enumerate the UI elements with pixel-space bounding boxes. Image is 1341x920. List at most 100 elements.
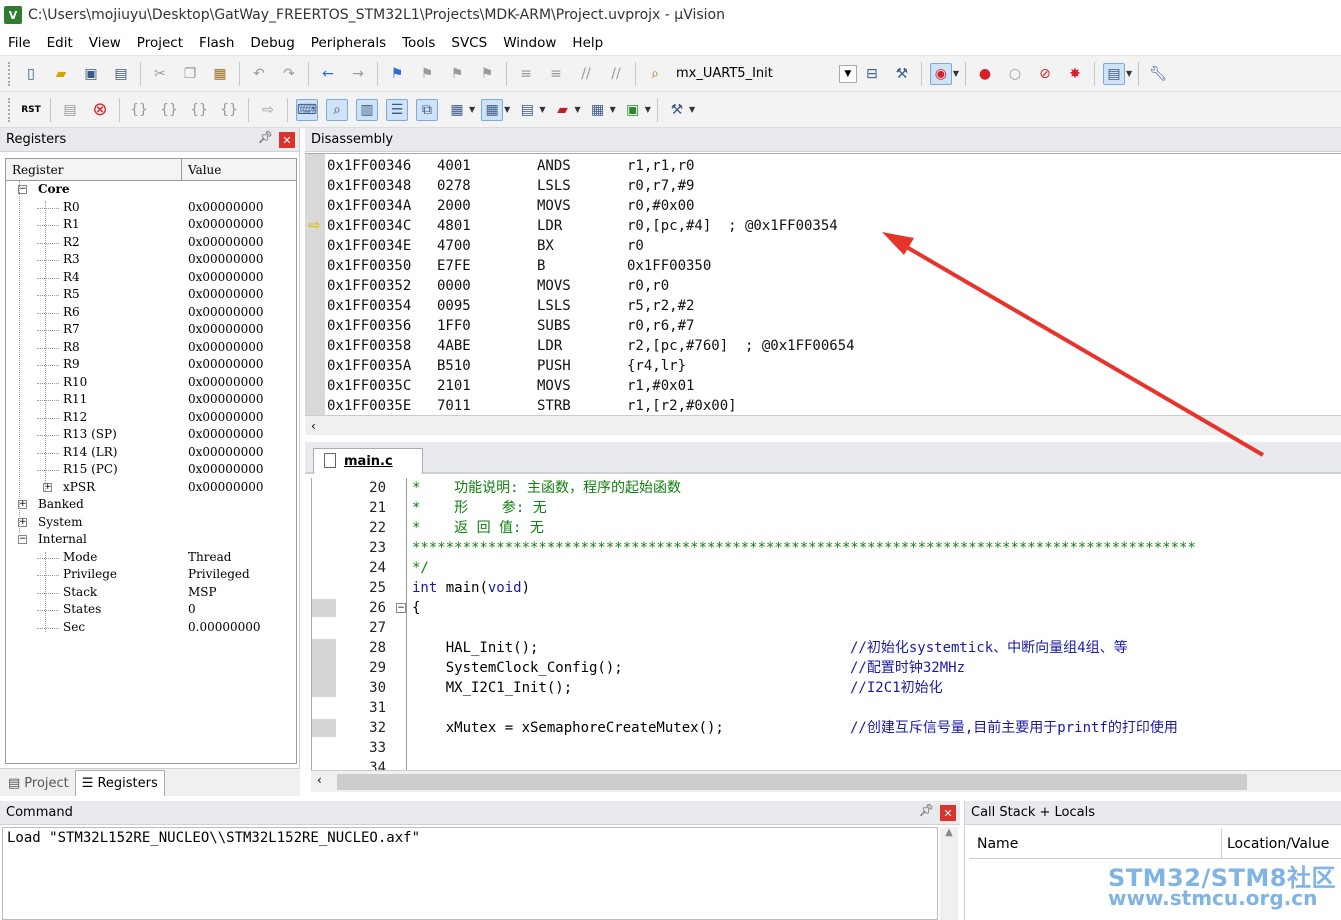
step-over-icon[interactable]: {} [158,99,180,121]
code-line[interactable]: 20 * 功能说明: 主函数，程序的起始函数 [336,478,1341,498]
collapse-icon[interactable]: − [18,535,27,544]
step-into-icon[interactable]: {} [128,99,150,121]
disassembly-horizontal-scrollbar[interactable]: ‹ [305,415,1341,435]
register-row[interactable]: R10 0x00000000 [6,374,296,392]
navigate-forward-icon[interactable]: → [347,63,369,85]
watch-windows-icon[interactable]: ▦ [446,99,468,121]
column-divider[interactable] [1221,829,1222,859]
register-row[interactable]: Privilege Privileged [6,566,296,584]
trace-windows-icon[interactable]: ▦ [587,99,609,121]
code-line[interactable]: 30 MX_I2C1_Init(); //I2C1初始化 [336,678,1341,698]
code-editor[interactable]: 20 * 功能说明: 主函数，程序的起始函数 21 * 形 参: 无 22 * 返 回 值… [311,478,1341,770]
chevron-down-icon[interactable]: ▼ [539,105,545,114]
code-line[interactable]: 23 **************************************… [336,538,1341,558]
next-bookmark-icon[interactable]: ⚑ [446,63,468,85]
copy-icon[interactable]: ❐ [179,63,201,85]
menu-file[interactable]: File [0,30,39,56]
unindent-icon[interactable]: ≡ [545,63,567,85]
column-register[interactable]: Register [6,159,182,180]
code-line[interactable]: 33 [336,738,1341,758]
tab-project[interactable]: ▤ Project [2,770,75,796]
register-value[interactable]: 0x00000000 [188,304,263,322]
tree-node-core[interactable]: − Core [6,181,296,199]
code-line[interactable]: 34 [336,758,1341,770]
menu-window[interactable]: Window [495,30,564,56]
reset-icon[interactable]: RST [20,99,42,121]
register-row[interactable]: R14 (LR) 0x00000000 [6,444,296,462]
register-value[interactable]: 0x00000000 [188,234,263,252]
register-row[interactable]: R12 0x00000000 [6,409,296,427]
tree-node-banked[interactable]: + Banked [6,496,296,514]
register-row[interactable]: R5 0x00000000 [6,286,296,304]
register-value[interactable]: MSP [188,584,217,602]
breakpoint-gutter[interactable] [312,478,336,770]
register-row[interactable]: R11 0x00000000 [6,391,296,409]
chevron-down-icon[interactable]: ▼ [645,105,651,114]
command-output[interactable]: Load "STM32L152RE_NUCLEO\\STM32L152RE_NU… [2,827,938,920]
command-window-icon[interactable]: ⌨ [296,98,318,121]
code-line[interactable]: 24 */ [336,558,1341,578]
disassembly-gutter[interactable] [305,154,325,416]
fold-icon[interactable]: − [396,603,406,613]
chevron-down-icon[interactable]: ▼ [1126,69,1132,78]
register-value[interactable]: 0x00000000 [188,321,263,339]
chevron-down-icon[interactable]: ▼ [610,105,616,114]
symbols-window-icon[interactable]: ▥ [356,98,378,121]
register-value[interactable]: 0 [188,601,196,619]
window-layout-icon[interactable]: ▤ [1103,62,1126,85]
register-row[interactable]: R13 (SP) 0x00000000 [6,426,296,444]
code-line[interactable]: 29 SystemClock_Config(); //配置时钟32MHz [336,658,1341,678]
paste-icon[interactable]: ▦ [209,63,231,85]
chevron-down-icon[interactable]: ▼ [953,69,959,78]
step-out-icon[interactable]: {} [188,99,210,121]
clear-bookmarks-icon[interactable]: ⚑ [476,63,498,85]
disassembly-window-icon[interactable]: ⌕ [326,98,348,121]
toolbar-grip[interactable] [8,97,12,122]
navigate-back-icon[interactable]: ← [317,63,339,85]
register-value[interactable]: 0x00000000 [188,444,263,462]
menu-svcs[interactable]: SVCS [443,30,495,56]
column-value[interactable]: Value [182,159,221,180]
stop-icon[interactable]: ⊗ [89,99,111,121]
register-row[interactable]: R2 0x00000000 [6,234,296,252]
save-icon[interactable]: ▣ [80,63,102,85]
chevron-down-icon[interactable]: ▼ [574,105,580,114]
close-icon[interactable]: ✕ [940,805,956,821]
insert-breakpoint-icon[interactable]: ● [974,63,996,85]
menu-debug[interactable]: Debug [242,30,302,56]
previous-bookmark-icon[interactable]: ⚑ [416,63,438,85]
menu-edit[interactable]: Edit [39,30,81,56]
chevron-down-icon[interactable]: ▼ [504,105,510,114]
register-row[interactable]: R0 0x00000000 [6,199,296,217]
register-value[interactable]: 0x00000000 [188,426,263,444]
register-value[interactable]: 0x00000000 [188,479,263,497]
breakpoint-slot[interactable] [312,719,336,737]
tab-registers[interactable]: ☰ Registers [74,770,165,796]
undo-icon[interactable]: ↶ [248,63,270,85]
tab-main-c[interactable]: main.c [313,448,423,474]
find-in-files-icon[interactable]: ⌕ [644,63,666,85]
code-line[interactable]: 31 [336,698,1341,718]
code-line[interactable]: 32 xMutex = xSemaphoreCreateMutex(); //创建… [336,718,1341,738]
call-stack-window-icon[interactable]: ⧉ [416,98,438,121]
register-value[interactable]: 0x00000000 [188,251,263,269]
toolbar-grip[interactable] [8,61,12,86]
configure-icon[interactable]: 🔧︎ [1147,63,1169,85]
command-vertical-scrollbar[interactable]: ▲ [940,827,958,920]
save-all-icon[interactable]: ▤ [110,63,132,85]
show-next-statement-icon[interactable]: ⇨ [257,99,279,121]
register-row[interactable]: R3 0x00000000 [6,251,296,269]
register-value[interactable]: 0.00000000 [188,619,261,637]
enable-breakpoint-icon[interactable]: ○ [1004,63,1026,85]
bookmark-icon[interactable]: ⚑ [386,63,408,85]
menu-view[interactable]: View [81,30,129,56]
register-row[interactable]: R8 0x00000000 [6,339,296,357]
register-value[interactable]: 0x00000000 [188,216,263,234]
register-row[interactable]: R1 0x00000000 [6,216,296,234]
menu-flash[interactable]: Flash [191,30,242,56]
toolbox-icon[interactable]: ⚒ [666,99,688,121]
column-location-value[interactable]: Location/Value [1227,836,1329,852]
code-line[interactable]: 26−{ [336,598,1341,618]
registers-window-icon[interactable]: ☰ [386,98,408,121]
register-row[interactable]: R6 0x00000000 [6,304,296,322]
